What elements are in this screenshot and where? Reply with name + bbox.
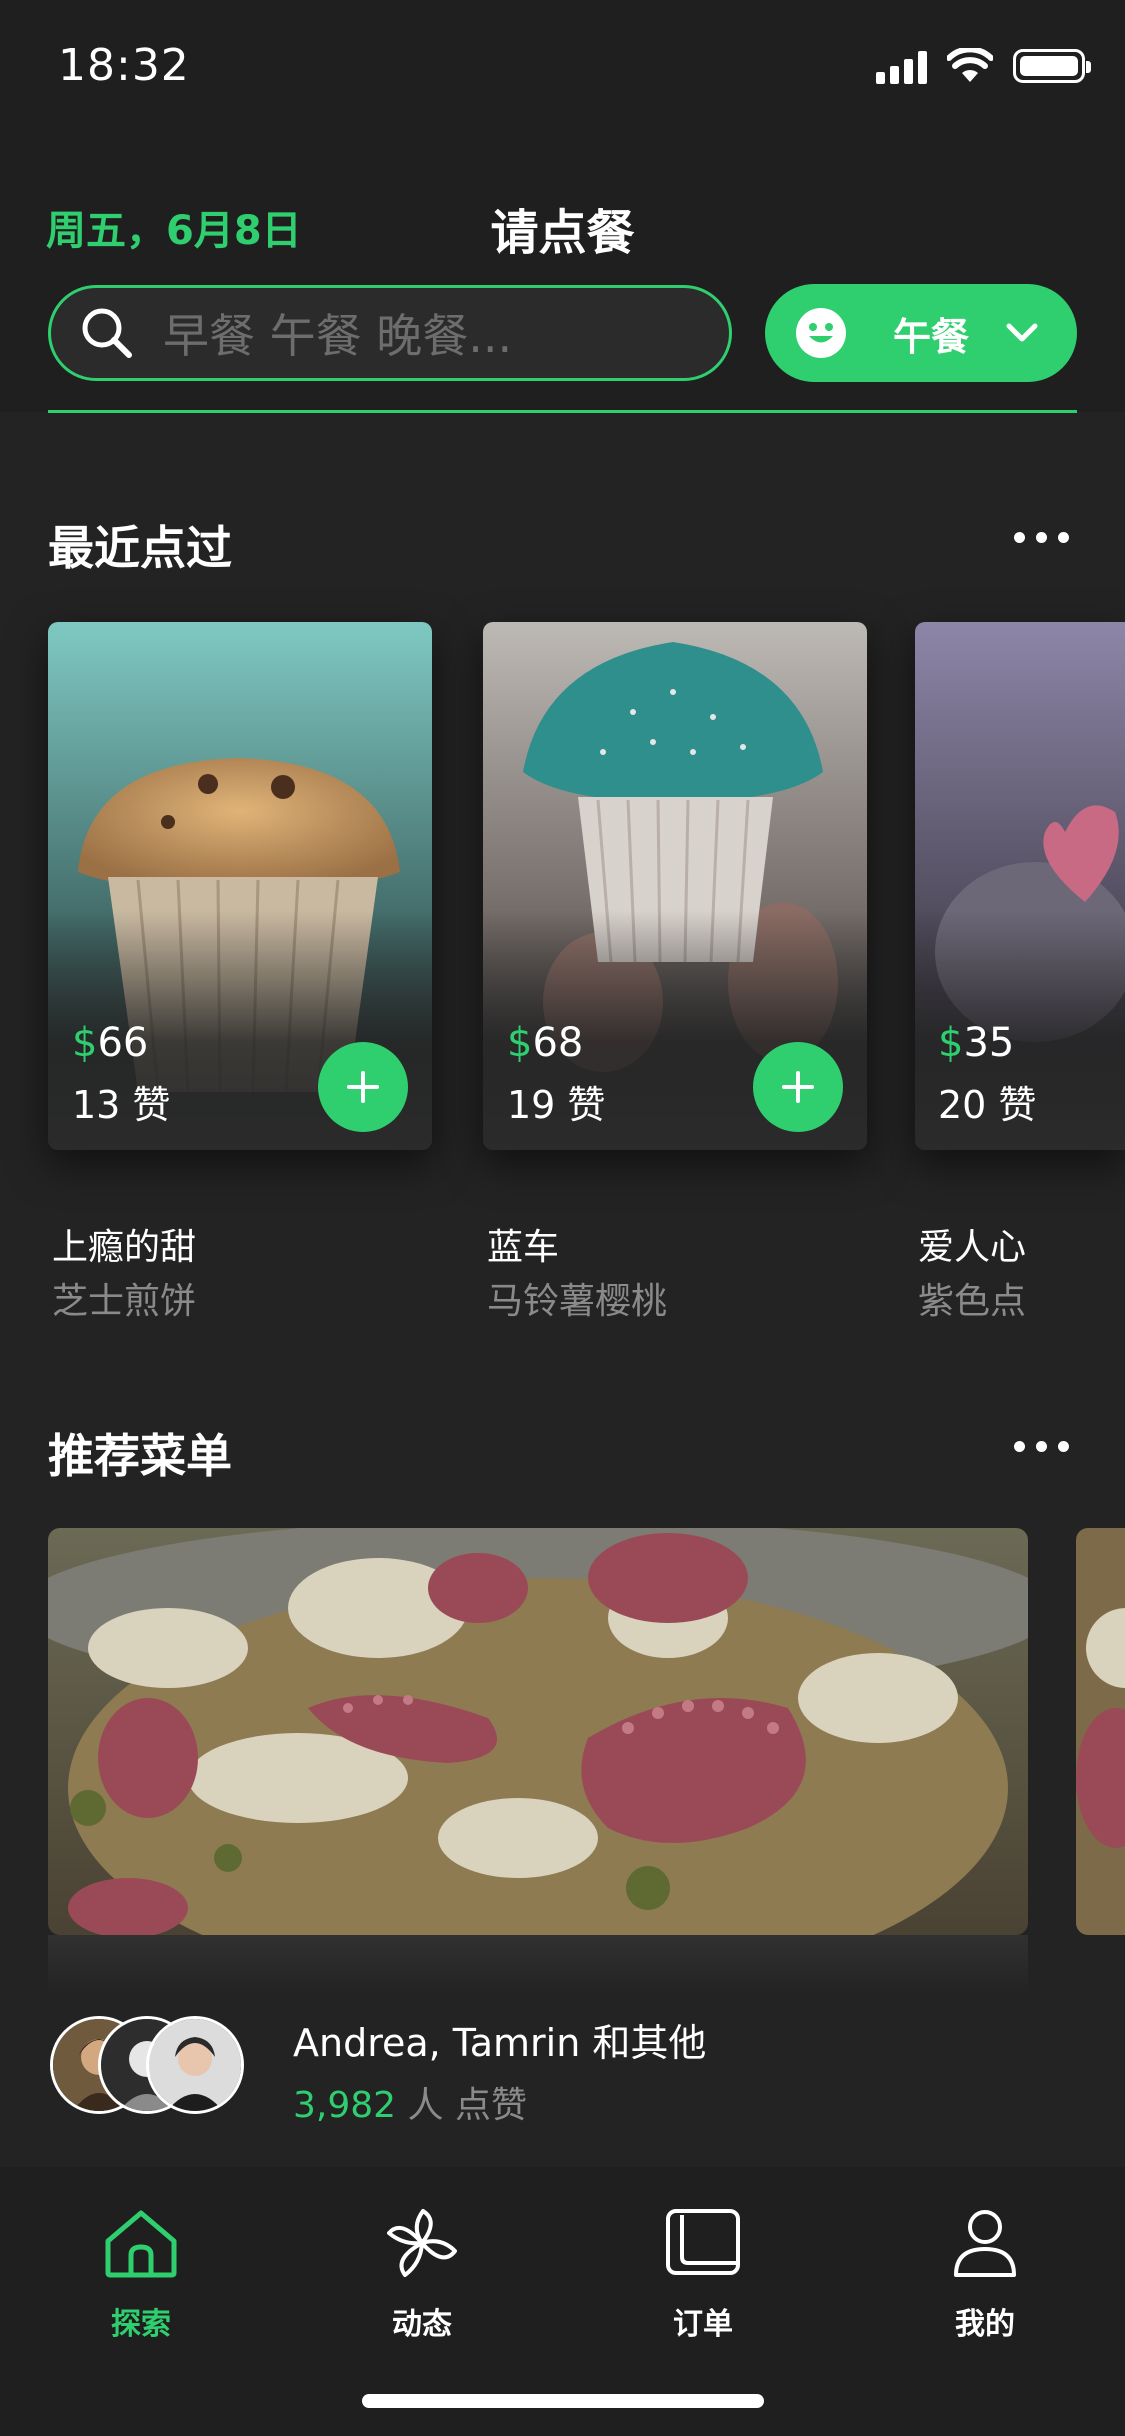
tab-label: 探索 xyxy=(111,2307,171,2342)
tab-label: 订单 xyxy=(673,2307,733,2342)
search-placeholder: 早餐 午餐 晚餐... xyxy=(163,309,513,363)
recommended-dish-image[interactable] xyxy=(48,1528,1028,1935)
card-price: $35 xyxy=(938,1020,1015,1066)
add-button[interactable] xyxy=(318,1042,408,1132)
like-count: 3,982 人 点赞 xyxy=(293,2085,527,2126)
likers-names: Andrea, Tamrin 和其他 xyxy=(293,2021,707,2065)
dish-peek-image xyxy=(1076,1528,1125,1935)
card-likes: 19 赞 xyxy=(507,1083,606,1127)
card-likes: 13 赞 xyxy=(72,1083,171,1127)
cellular-signal-icon xyxy=(876,48,927,84)
card-name: 上瘾的甜 xyxy=(52,1227,197,1268)
liker-avatars[interactable] xyxy=(50,2016,250,2114)
status-time: 18:32 xyxy=(58,40,190,91)
meal-selector-button[interactable]: 午餐 xyxy=(765,284,1077,382)
recommended-more-icon[interactable] xyxy=(1014,1441,1069,1452)
recent-card-heart[interactable]: $35 20 赞 xyxy=(915,622,1125,1150)
recent-more-icon[interactable] xyxy=(1014,532,1069,543)
tab-label: 动态 xyxy=(392,2307,452,2342)
status-icons xyxy=(876,48,1091,84)
recommended-section-title: 推荐菜单 xyxy=(48,1429,232,1483)
add-button[interactable] xyxy=(753,1042,843,1132)
tab-feed[interactable]: 动态 xyxy=(332,2207,512,2343)
card-name: 爱人心 xyxy=(918,1227,1027,1268)
pinwheel-icon xyxy=(387,2209,457,2277)
card-subtitle: 马铃薯樱桃 xyxy=(487,1281,668,1322)
avatar xyxy=(146,2016,244,2114)
recommended-dish-peek[interactable] xyxy=(1076,1528,1125,1935)
recent-card-muffin[interactable]: $66 13 赞 xyxy=(48,622,432,1150)
card-likes: 20 赞 xyxy=(938,1083,1037,1127)
tab-explore[interactable]: 探索 xyxy=(51,2207,231,2343)
card-price: $66 xyxy=(72,1020,149,1066)
home-indicator[interactable] xyxy=(362,2394,764,2408)
plus-icon xyxy=(782,1071,814,1103)
search-input[interactable]: 早餐 午餐 晚餐... xyxy=(48,285,732,381)
dish-image-reflection xyxy=(48,1935,1028,1995)
smiley-icon xyxy=(796,308,846,358)
home-icon xyxy=(105,2210,177,2278)
card-subtitle: 芝士煎饼 xyxy=(52,1281,197,1322)
tab-profile[interactable]: 我的 xyxy=(895,2207,1075,2343)
profile-icon xyxy=(954,2210,1016,2277)
orders-icon xyxy=(666,2209,740,2275)
chevron-down-icon xyxy=(1006,323,1038,342)
header-divider xyxy=(48,410,1077,413)
plus-icon xyxy=(347,1071,379,1103)
card-name: 蓝车 xyxy=(487,1227,560,1268)
search-icon xyxy=(82,308,132,358)
octopus-dish-image xyxy=(48,1528,1028,1935)
card-subtitle: 紫色点 xyxy=(918,1281,1027,1322)
battery-icon xyxy=(1013,49,1091,83)
tab-label: 我的 xyxy=(955,2307,1015,2342)
page-title: 请点餐 xyxy=(490,205,635,261)
recent-section-title: 最近点过 xyxy=(48,521,232,575)
meal-selector-label: 午餐 xyxy=(893,314,970,359)
wifi-icon xyxy=(947,48,993,82)
card-price: $68 xyxy=(507,1020,584,1066)
tab-orders[interactable]: 订单 xyxy=(613,2207,793,2343)
recent-card-cupcake[interactable]: $68 19 赞 xyxy=(483,622,867,1150)
